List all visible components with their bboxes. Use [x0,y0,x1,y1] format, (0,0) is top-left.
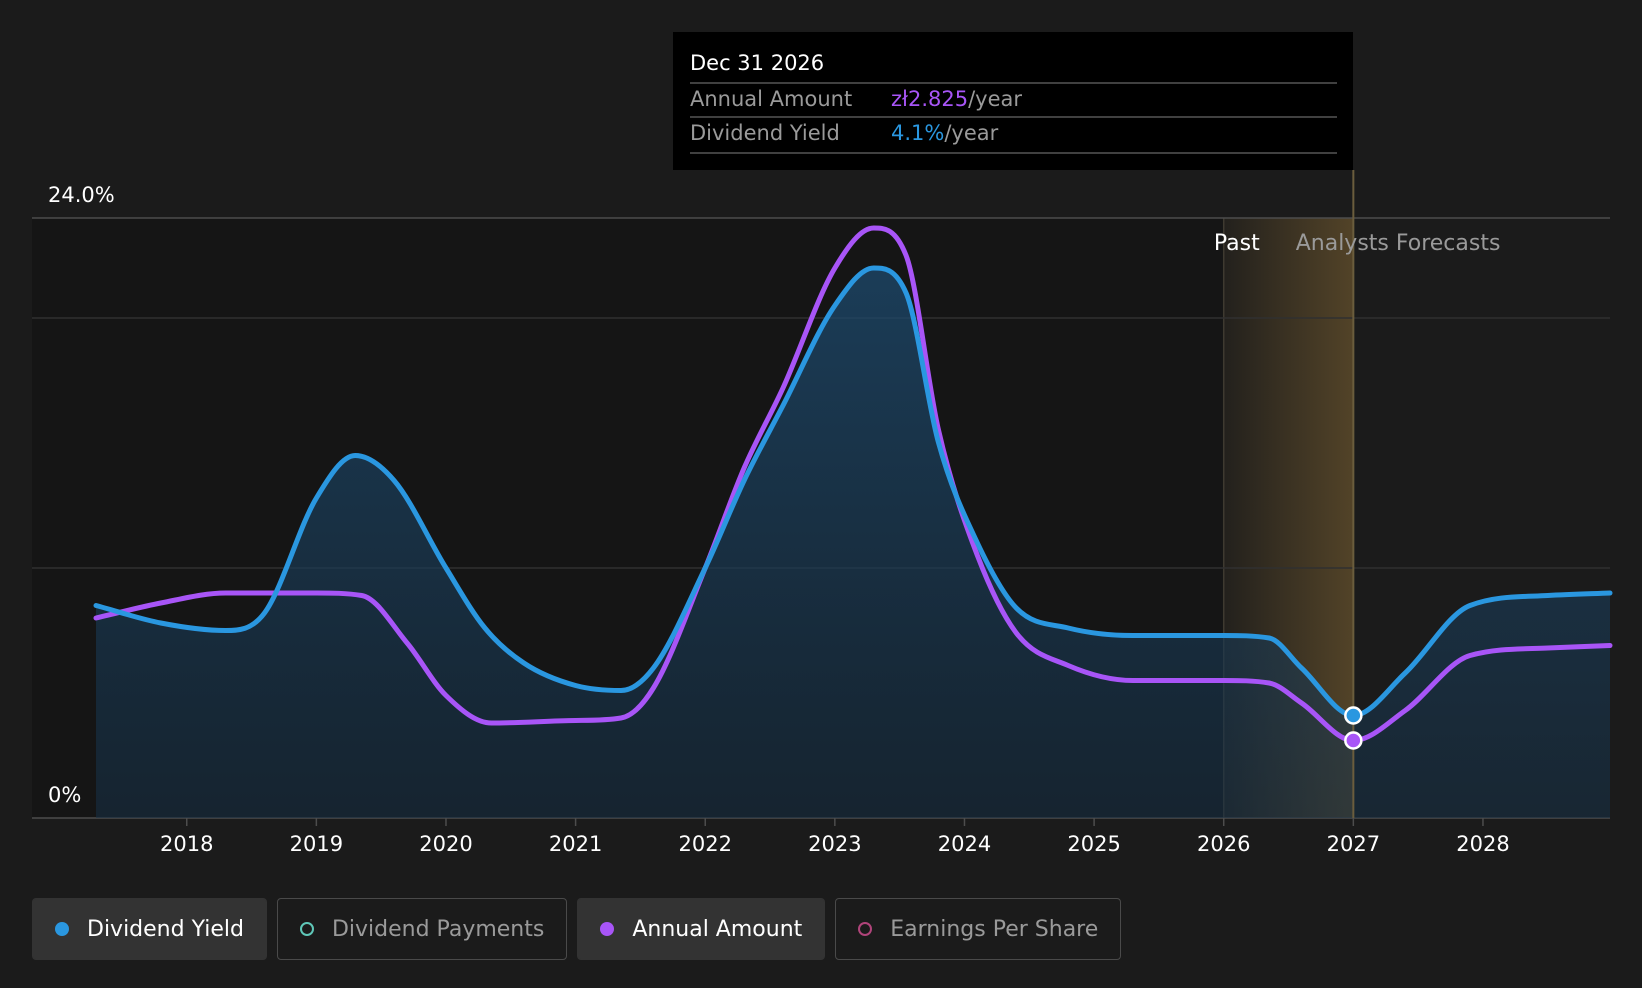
past-label: Past [1214,231,1260,256]
legend-label: Earnings Per Share [890,916,1099,942]
tooltip-date: Dec 31 2026 [690,51,824,75]
x-tick-label: 2028 [1456,832,1509,856]
legend-dividend-payments[interactable]: Dividend Payments [276,898,568,960]
legend-dot-icon [858,922,873,936]
tooltip-yield-value: 4.1%/year [891,121,999,145]
dividend-chart: 2018 2019 2020 2021 2022 2023 2024 2025 2026 2027… [32,32,1613,856]
annual-amount-marker[interactable] [1344,731,1363,750]
x-tick-label: 2027 [1327,832,1380,856]
legend-dot-icon [600,922,615,936]
tooltip: Dec 31 2026 Annual Amount zł2.825/year D… [673,32,1353,170]
tooltip-amount-label: Annual Amount [690,87,852,111]
legend-label: Dividend Yield [87,916,244,942]
legend-dot-icon [55,922,69,936]
x-tick-label: 2019 [290,832,343,856]
dividend-yield-marker[interactable] [1344,706,1363,725]
chart-legend: Dividend Yield Dividend Payments Annual … [32,898,1122,960]
x-tick-label: 2024 [938,832,991,856]
x-tick-label: 2026 [1197,832,1250,856]
tooltip-amount-value: zł2.825/year [891,87,1022,111]
x-tick-label: 2020 [419,832,472,856]
tooltip-yield-label: Dividend Yield [690,121,840,145]
legend-label: Annual Amount [632,916,803,942]
x-tick-label: 2025 [1067,832,1120,856]
legend-annual-amount[interactable]: Annual Amount [577,898,826,960]
y-min-label: 0% [48,783,81,807]
x-tick-label: 2018 [160,832,213,856]
legend-dot-icon [299,922,314,936]
x-tick-label: 2022 [679,832,732,856]
legend-dividend-yield[interactable]: Dividend Yield [32,898,267,960]
y-max-label: 24.0% [48,183,115,207]
legend-earnings-per-share[interactable]: Earnings Per Share [835,898,1122,960]
x-tick-label: 2021 [549,832,602,856]
forecast-label: Analysts Forecasts [1296,231,1501,256]
x-tick-label: 2023 [808,832,861,856]
legend-label: Dividend Payments [331,916,545,942]
